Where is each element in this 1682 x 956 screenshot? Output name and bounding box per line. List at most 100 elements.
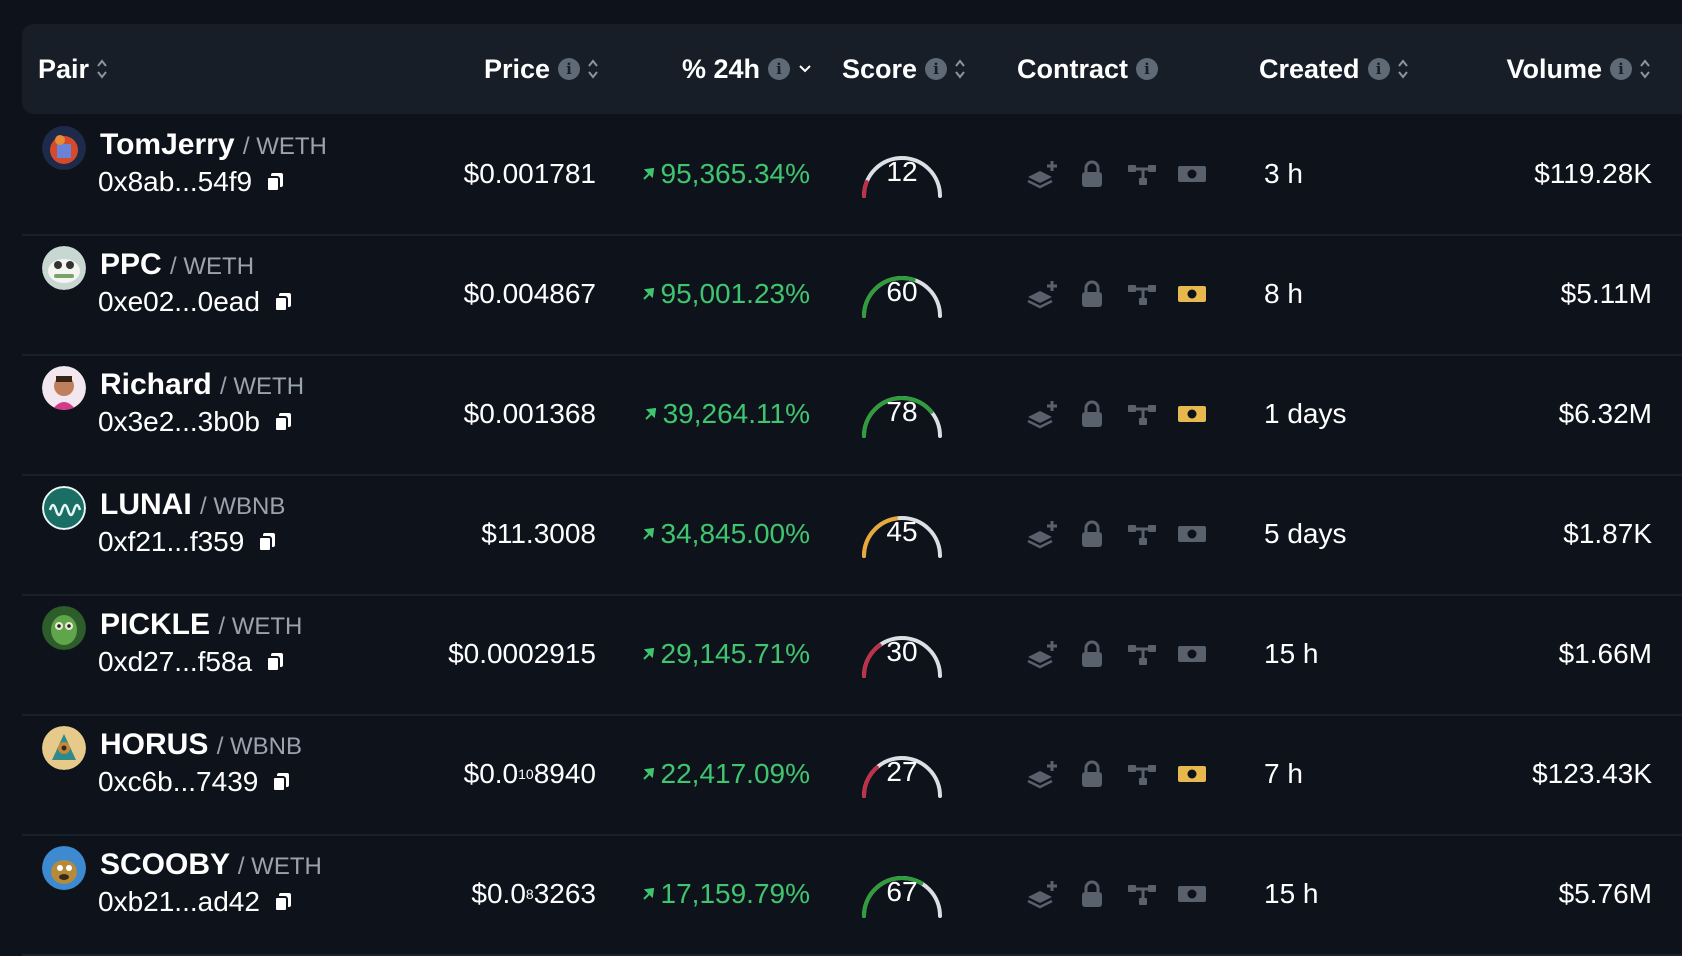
hierarchy-icon[interactable] [1124,639,1160,669]
pair-name[interactable]: PPC / WETH [100,248,254,282]
address-text: 0x3e2...3b0b [98,406,260,437]
copy-icon[interactable] [272,891,294,913]
copy-icon[interactable] [272,411,294,433]
pair-name[interactable]: HORUS / WBNB [100,728,302,762]
token-name[interactable]: LUNAI [100,488,192,521]
table-row[interactable]: PICKLE / WETH 0xd27...f58a $0.0002915 29… [22,594,1682,716]
lock-icon[interactable] [1074,639,1110,669]
hierarchy-icon[interactable] [1124,879,1160,909]
contract-icons [1024,354,1210,474]
chevron-down-icon[interactable] [798,62,812,76]
table-row[interactable]: SCOOBY / WETH 0xb21...ad42 $0.0 8 3263 17,… [22,834,1682,956]
header-volume[interactable]: Volume i [1506,24,1652,114]
volume-value: $5.11M [1560,278,1652,309]
table-row[interactable]: LUNAI / WBNB 0xf21...f359 $11.3008 34,84… [22,474,1682,596]
hierarchy-icon[interactable] [1124,159,1160,189]
layers-add-icon[interactable] [1024,759,1060,789]
price-value: $0.0 10 8940 [464,714,596,834]
hierarchy-icon[interactable] [1124,759,1160,789]
score-value: 67 [886,876,918,907]
pair-name[interactable]: PICKLE / WETH [100,608,302,642]
header-price[interactable]: Price i [484,24,600,114]
token-name[interactable]: TomJerry [100,128,235,161]
change-value: 95,365.34% [660,158,810,189]
score-value: 45 [886,516,918,547]
header-created[interactable]: Created i [1259,24,1410,114]
token-name[interactable]: SCOOBY [100,848,229,881]
pair-name[interactable]: Richard / WETH [100,368,304,402]
layers-add-icon[interactable] [1024,159,1060,189]
layers-add-icon[interactable] [1024,879,1060,909]
layers-add-icon[interactable] [1024,399,1060,429]
lock-icon[interactable] [1074,399,1110,429]
arrow-up-right-icon [642,647,654,660]
layers-add-icon[interactable] [1024,519,1060,549]
copy-icon[interactable] [270,771,292,793]
address-text: 0xe02...0ead [98,286,260,317]
table-row[interactable]: Richard / WETH 0x3e2...3b0b $0.001368 39… [22,354,1682,476]
quote-token: / WETH [237,853,322,880]
sort-icon[interactable] [1396,57,1410,81]
hierarchy-icon[interactable] [1124,519,1160,549]
hierarchy-icon[interactable] [1124,279,1160,309]
layers-add-icon[interactable] [1024,639,1060,669]
copy-icon[interactable] [272,291,294,313]
info-icon[interactable]: i [1367,58,1390,80]
lock-icon[interactable] [1074,879,1110,909]
lock-icon[interactable] [1074,159,1110,189]
sort-icon[interactable] [1638,57,1652,81]
sort-icon[interactable] [953,57,967,81]
money-icon[interactable] [1174,399,1210,429]
header-change[interactable]: % 24h i [682,24,812,114]
contract-icons [1024,594,1210,714]
token-name[interactable]: HORUS [100,728,208,761]
lock-icon[interactable] [1074,519,1110,549]
change-value: 29,145.71% [660,638,810,669]
quote-token: / WETH [218,613,303,640]
token-name[interactable]: PPC [100,248,162,281]
header-pair[interactable]: Pair [38,24,109,114]
avatar-pickle [42,606,86,650]
money-icon[interactable] [1174,639,1210,669]
score-value: 30 [886,636,918,667]
sort-icon[interactable] [586,57,600,81]
lock-icon[interactable] [1074,759,1110,789]
info-icon[interactable]: i [558,58,580,80]
address-text: 0xd27...f58a [98,646,253,677]
info-icon[interactable]: i [925,58,948,80]
token-address: 0x3e2...3b0b [98,406,294,438]
layers-add-icon[interactable] [1024,279,1060,309]
token-address: 0xb21...ad42 [98,886,294,918]
money-icon[interactable] [1174,759,1210,789]
change-24h: 22,417.09% [641,714,810,834]
sort-icon[interactable] [95,57,109,81]
info-icon[interactable]: i [768,58,790,80]
change-24h: 39,264.11% [643,354,810,474]
token-address: 0xc6b...7439 [98,766,292,798]
money-icon[interactable] [1174,879,1210,909]
table-row[interactable]: HORUS / WBNB 0xc6b...7439 $0.0 10 8940 22,… [22,714,1682,836]
info-icon[interactable]: i [1136,58,1159,80]
table-row[interactable]: TomJerry / WETH 0x8ab...54f9 $0.001781 9… [22,114,1682,236]
token-name[interactable]: Richard [100,368,212,401]
pair-name[interactable]: LUNAI / WBNB [100,488,285,522]
money-icon[interactable] [1174,279,1210,309]
pair-name[interactable]: TomJerry / WETH [100,128,327,162]
money-icon[interactable] [1174,519,1210,549]
change-24h: 95,001.23% [641,234,810,354]
token-name[interactable]: PICKLE [100,608,210,641]
pair-name[interactable]: SCOOBY / WETH [100,848,322,882]
copy-icon[interactable] [256,531,278,553]
score-value: 78 [886,396,918,427]
copy-icon[interactable] [264,171,286,193]
header-score[interactable]: Score i [842,24,967,114]
address-text: 0xf21...f359 [98,526,245,557]
info-icon[interactable]: i [1610,58,1632,80]
table-row[interactable]: PPC / WETH 0xe02...0ead $0.004867 95,001… [22,234,1682,356]
copy-icon[interactable] [264,651,286,673]
hierarchy-icon[interactable] [1124,399,1160,429]
change-value: 95,001.23% [660,278,810,309]
arrow-up-right-icon [642,167,654,180]
lock-icon[interactable] [1074,279,1110,309]
money-icon[interactable] [1174,159,1210,189]
